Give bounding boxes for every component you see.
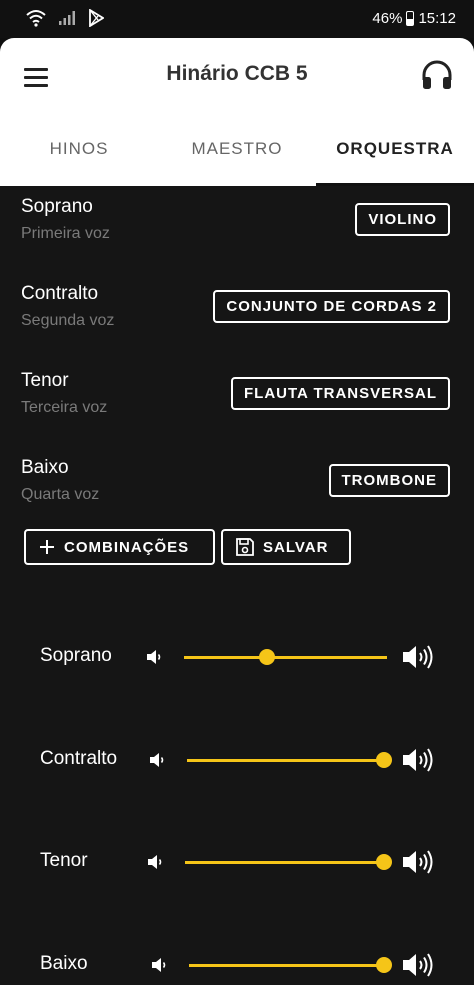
mixer-row-soprano: Soprano	[0, 637, 474, 677]
volume-slider-tenor[interactable]	[185, 861, 384, 864]
voice-row-tenor: Tenor Terceira voz FLAUTA TRANSVERSAL	[0, 360, 474, 430]
voice-name: Contralto	[21, 283, 99, 304]
volume-mixer: Soprano Contralto Tenor Baixo	[0, 570, 474, 985]
save-button[interactable]: SALVAR	[221, 529, 351, 565]
mixer-label: Soprano	[40, 645, 112, 666]
volume-high-icon[interactable]	[402, 644, 434, 670]
tab-maestro[interactable]: MAESTRO	[158, 128, 316, 186]
voice-subtitle: Primeira voz	[21, 225, 110, 242]
mixer-row-contralto: Contralto	[0, 740, 474, 780]
slider-thumb-tenor[interactable]	[376, 854, 392, 870]
slider-thumb-baixo[interactable]	[376, 957, 392, 973]
voice-actions: COMBINAÇÕES SALVAR	[24, 529, 351, 565]
app-header: Hinário CCB 5 HINOS MAESTRO ORQUESTRA	[0, 38, 474, 186]
volume-low-icon[interactable]	[150, 956, 168, 974]
mixer-label: Contralto	[40, 748, 118, 769]
volume-slider-soprano[interactable]	[184, 656, 387, 659]
headphones-icon[interactable]	[420, 58, 454, 92]
battery-icon	[406, 11, 415, 26]
instrument-button-baixo[interactable]: TROMBONE	[328, 464, 450, 497]
tab-orquestra[interactable]: ORQUESTRA	[316, 128, 474, 186]
volume-slider-contralto[interactable]	[187, 759, 384, 762]
voice-name: Baixo	[21, 457, 69, 478]
volume-high-icon[interactable]	[402, 849, 434, 875]
page-title: Hinário CCB 5	[166, 62, 308, 85]
combinations-label: COMBINAÇÕES	[64, 538, 190, 556]
volume-low-icon[interactable]	[145, 648, 163, 666]
voice-row-contralto: Contralto Segunda voz CONJUNTO DE CORDAS…	[0, 273, 474, 343]
instrument-button-contralto[interactable]: CONJUNTO DE CORDAS 2	[213, 290, 450, 323]
volume-low-icon[interactable]	[146, 853, 164, 871]
voice-name: Soprano	[21, 196, 93, 217]
save-label: SALVAR	[263, 538, 329, 556]
volume-high-icon[interactable]	[402, 952, 434, 978]
instrument-button-tenor[interactable]: FLAUTA TRANSVERSAL	[231, 377, 450, 410]
wifi-icon	[26, 10, 46, 27]
mixer-row-tenor: Tenor	[0, 842, 474, 882]
voice-subtitle: Segunda voz	[21, 312, 115, 329]
battery-percent: 46%	[372, 10, 403, 27]
clock: 15:12	[418, 10, 456, 27]
signal-icon	[59, 11, 75, 25]
tab-bar: HINOS MAESTRO ORQUESTRA	[0, 128, 474, 186]
mixer-label: Baixo	[40, 953, 88, 974]
instrument-button-soprano[interactable]: VIOLINO	[355, 203, 450, 236]
save-icon	[236, 538, 254, 556]
voice-name: Tenor	[21, 370, 69, 391]
mixer-label: Tenor	[40, 850, 88, 871]
status-bar: 46% 15:12	[0, 0, 474, 38]
volume-slider-baixo[interactable]	[189, 964, 384, 967]
voice-row-baixo: Baixo Quarta voz TROMBONE	[0, 447, 474, 517]
combinations-button[interactable]: COMBINAÇÕES	[24, 529, 215, 565]
tab-hinos[interactable]: HINOS	[0, 128, 158, 186]
slider-thumb-contralto[interactable]	[376, 752, 392, 768]
plus-icon	[40, 540, 54, 554]
play-store-icon	[89, 9, 104, 27]
voice-subtitle: Terceira voz	[21, 399, 108, 416]
mixer-row-baixo: Baixo	[0, 945, 474, 985]
volume-high-icon[interactable]	[402, 747, 434, 773]
voices-panel: Soprano Primeira voz VIOLINO Contralto S…	[0, 186, 474, 570]
voice-row-soprano: Soprano Primeira voz VIOLINO	[0, 186, 474, 256]
slider-thumb-soprano[interactable]	[259, 649, 276, 665]
volume-low-icon[interactable]	[148, 751, 166, 769]
voice-subtitle: Quarta voz	[21, 486, 100, 503]
